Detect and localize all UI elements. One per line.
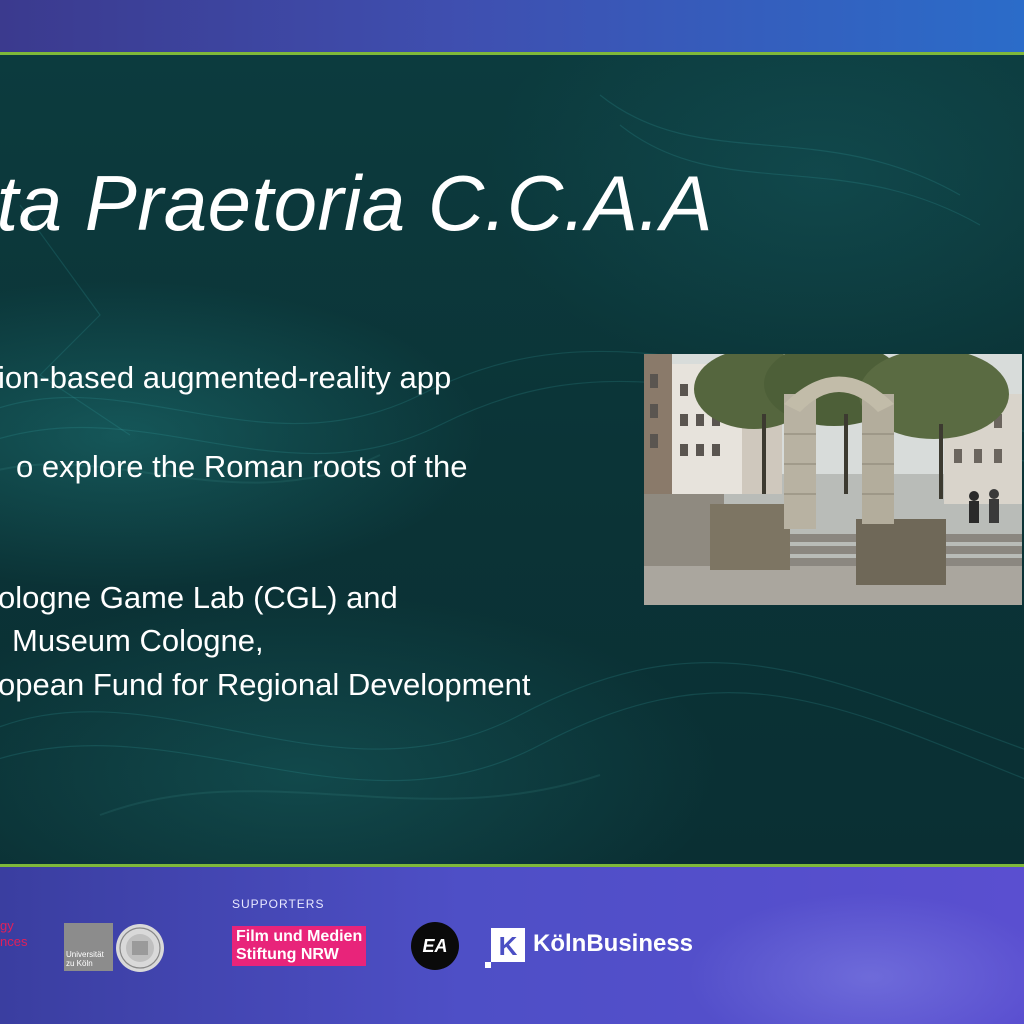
top-banner (0, 0, 1024, 52)
partner-logo-line-1: gy (0, 918, 14, 933)
university-seal-icon (116, 924, 164, 972)
film-logo-line-1: Film und Medien (236, 928, 363, 945)
bullet-text-line-2: o explore the Roman roots of the (16, 449, 468, 484)
film-und-medien-stiftung-logo: Film und Medien Stiftung NRW (232, 926, 367, 966)
film-logo-line-2: Stiftung NRW (236, 946, 339, 963)
bullet-text-line-3: ologne Game Lab (CGL) and (0, 580, 398, 615)
university-logo-label: Universität zu Köln (66, 950, 104, 968)
koelnbusiness-wordmark: KölnBusiness (533, 930, 694, 957)
partner-logo-line-2: nces (0, 934, 28, 949)
roman-gate-photo (644, 354, 1022, 605)
slide-title: rta Praetoria C.C.A.A (0, 159, 714, 247)
koelnbusiness-k-icon: K (485, 928, 525, 968)
bullet-text-line-4: Museum Cologne, (12, 623, 264, 658)
koeln-icon-letter: K (499, 931, 518, 961)
ea-logo-icon: EA (411, 922, 459, 970)
bullet-text-line-5: opean Fund for Regional Development (0, 667, 531, 702)
partner-logo-text-red: gy nces (0, 918, 27, 950)
bullet-text-line-1: ion-based augmented-reality app (0, 360, 452, 395)
supporters-heading: SUPPORTERS (232, 897, 325, 911)
presentation-slide: rta Praetoria C.C.A.A ion-based augmente… (0, 55, 1024, 864)
